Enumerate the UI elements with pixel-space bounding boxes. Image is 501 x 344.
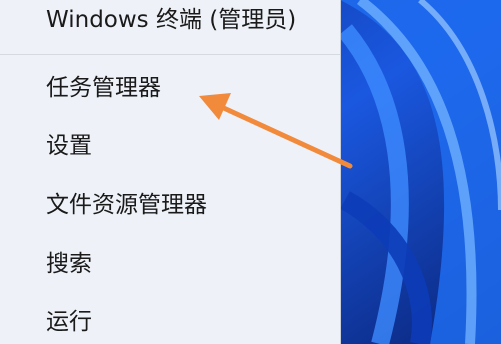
menu-item-task-manager[interactable]: 任务管理器: [46, 73, 161, 103]
menu-item-file-explorer[interactable]: 文件资源管理器: [46, 190, 207, 220]
menu-item-search[interactable]: 搜索: [46, 249, 92, 279]
menu-item-windows-terminal-admin[interactable]: Windows 终端 (管理员): [46, 5, 296, 35]
quick-link-context-menu: Windows 终端 (管理员) 任务管理器 设置 文件资源管理器 搜索 运行: [0, 0, 341, 344]
menu-item-settings[interactable]: 设置: [46, 131, 92, 161]
menu-item-run[interactable]: 运行: [46, 307, 92, 337]
menu-divider: [0, 54, 340, 55]
